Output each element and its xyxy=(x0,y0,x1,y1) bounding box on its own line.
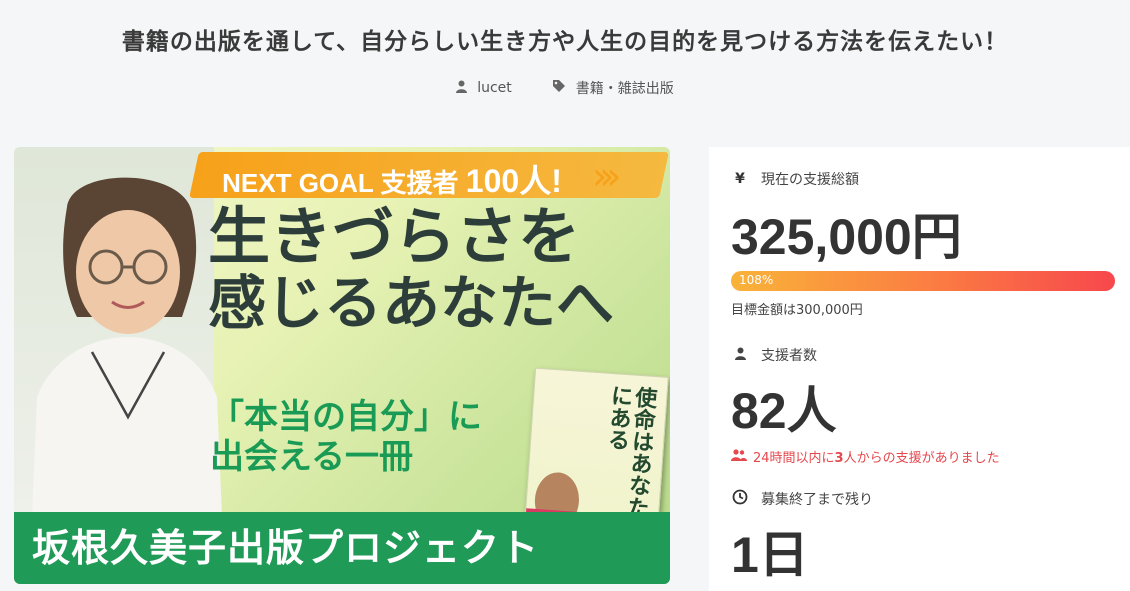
recent-count: 3 xyxy=(834,451,844,466)
yen-icon: ¥ xyxy=(735,171,745,187)
remaining-days: 1日 xyxy=(731,527,809,583)
owner-name[interactable]: lucet xyxy=(477,80,512,96)
remaining-block: 募集終了まで残り 1日 xyxy=(731,489,873,587)
subheadline-line-1: 「本当の自分」に xyxy=(210,397,482,437)
owner-link[interactable]: lucet xyxy=(456,78,512,98)
progress-label: 108% xyxy=(739,273,774,287)
funding-stats-panel: ¥ 現在の支援総額 325,000円 108% 目標金額は300,000円 支援… xyxy=(709,147,1130,591)
current-amount: 325,000円 xyxy=(731,209,962,265)
progress-bar: 108% xyxy=(731,271,1115,291)
page-title: 書籍の出版を通して、自分らしい生き方や人生の目的を見つける方法を伝えたい！ xyxy=(121,29,1009,55)
user-icon xyxy=(456,80,468,97)
remain-label: 募集終了まで残り xyxy=(761,492,873,508)
goal-number: 100人! xyxy=(465,163,562,199)
goal-prefix: NEXT GOAL 支援者 xyxy=(222,168,459,198)
amount-label-row: ¥ 現在の支援総額 xyxy=(731,169,1121,189)
chevrons-decoration: ››› xyxy=(592,154,621,198)
tag-icon xyxy=(552,79,566,97)
project-name: 坂根久美子出版プロジェクト xyxy=(32,526,540,570)
author-photo xyxy=(32,177,222,517)
category-name[interactable]: 書籍・雑誌出版 xyxy=(576,78,674,98)
project-hero-image[interactable]: NEXT GOAL 支援者 100人! ››› 生きづらさを 感じるあなたへ 「… xyxy=(14,147,670,584)
backers-label-row: 支援者数 xyxy=(731,345,1000,365)
backers-block: 支援者数 82人 24時間以内に3人からの支援がありました xyxy=(731,345,1000,466)
backers-count: 82人 xyxy=(731,383,837,439)
remain-label-row: 募集終了まで残り xyxy=(731,489,873,509)
goal-amount: 目標金額は300,000円 xyxy=(731,303,863,318)
category-link[interactable]: 書籍・雑誌出版 xyxy=(552,78,674,98)
users-icon xyxy=(731,448,747,465)
recent-suffix: 人からの支援がありました xyxy=(843,451,1000,466)
amount-label: 現在の支援総額 xyxy=(761,172,859,188)
headline-line-2: 感じるあなたへ xyxy=(208,269,615,338)
recent-support-note: 24時間以内に3人からの支援がありました xyxy=(731,447,1000,466)
hero-headline: 生きづらさを 感じるあなたへ xyxy=(208,205,668,333)
project-meta: lucet 書籍・雑誌出版 xyxy=(0,78,1130,98)
subheadline-line-2: 出会える一冊 xyxy=(210,437,413,478)
backers-label: 支援者数 xyxy=(761,348,817,364)
headline-line-1: 生きづらさを xyxy=(208,200,581,273)
amount-block: ¥ 現在の支援総額 325,000円 108% 目標金額は300,000円 xyxy=(731,169,1121,318)
hero-subheadline: 「本当の自分」に 出会える一冊 xyxy=(210,397,482,477)
clock-icon xyxy=(731,489,749,509)
goal-banner-text: NEXT GOAL 支援者 100人! xyxy=(202,156,582,202)
recent-prefix: 24時間以内に xyxy=(753,451,835,466)
user-icon xyxy=(731,347,749,364)
